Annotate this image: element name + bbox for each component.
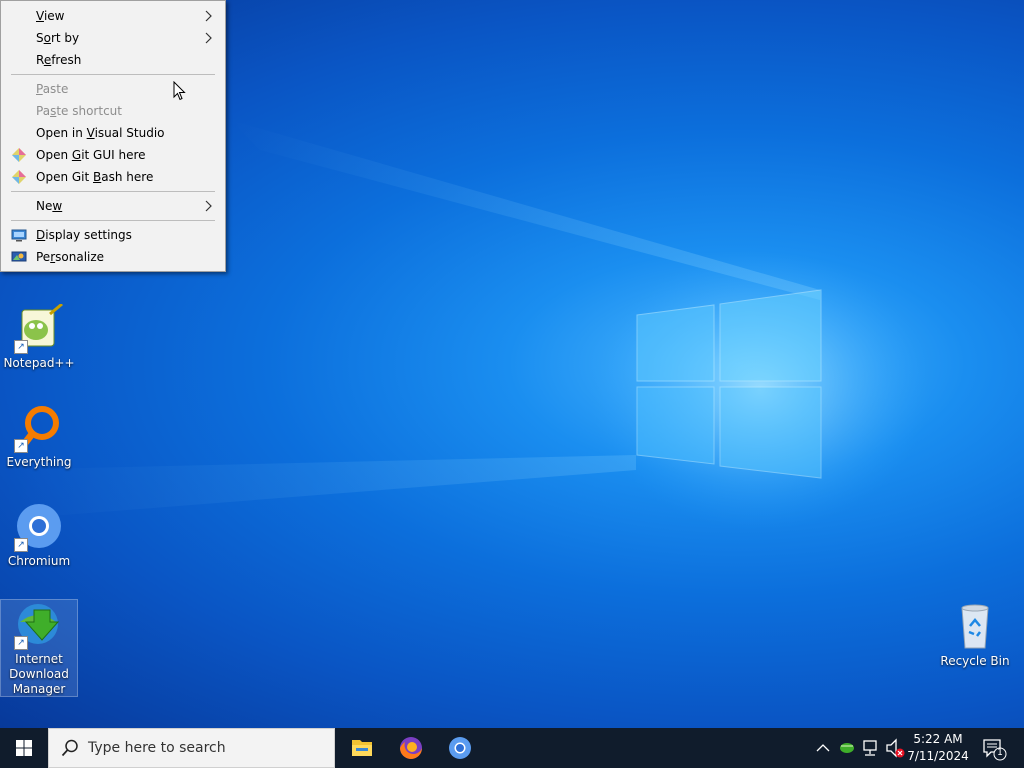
menu-separator — [11, 220, 215, 221]
menu-item-label: Paste — [36, 82, 69, 96]
desktop-icon-notepadpp[interactable]: ↗ Notepad++ — [1, 302, 77, 371]
menu-item-label: Paste shortcut — [36, 104, 122, 118]
git-icon — [12, 170, 26, 184]
taskbar-chromium[interactable] — [436, 728, 484, 768]
desktop-icon-label: Notepad++ — [3, 356, 75, 370]
notification-count: 1 — [997, 748, 1003, 758]
menu-item-sort-by[interactable]: Sort by — [3, 27, 223, 49]
menu-item-open-git-bash[interactable]: Open Git Bash here — [3, 166, 223, 188]
menu-separator — [11, 74, 215, 75]
display-icon — [11, 229, 27, 242]
menu-item-label: Sort by — [36, 31, 80, 45]
desktop-icon-chromium[interactable]: ↗ Chromium — [1, 502, 77, 569]
taskbar: Type here to search 5:22 AM 7/11/2024 1 — [0, 728, 1024, 768]
recycle-bin-icon — [961, 604, 989, 649]
firefox-icon — [400, 737, 422, 759]
chevron-right-icon — [205, 10, 212, 22]
network-icon[interactable] — [861, 728, 881, 768]
shortcut-arrow-icon: ↗ — [14, 538, 28, 552]
desktop-icon-idm[interactable]: ↗ Internet Download Manager — [0, 599, 78, 697]
shortcut-arrow-icon: ↗ — [14, 340, 28, 354]
menu-item-display-settings[interactable]: Display settings — [3, 224, 223, 246]
network-app-icon[interactable] — [837, 728, 857, 768]
shortcut-arrow-icon: ↗ — [14, 439, 28, 453]
action-center-button[interactable]: 1 — [980, 728, 1010, 768]
mouse-cursor-icon — [173, 81, 186, 101]
desktop-icon-label: Recycle Bin — [940, 654, 1010, 668]
menu-item-label: View — [36, 9, 65, 23]
desktop-icon-label: Everything — [6, 455, 72, 469]
windows-logo-icon — [16, 740, 32, 756]
desktop-icon-label: Internet Download Manager — [9, 652, 69, 696]
menu-item-new[interactable]: New — [3, 195, 223, 217]
desktop-icon-label: Chromium — [7, 554, 71, 568]
taskbar-firefox[interactable] — [387, 728, 435, 768]
shortcut-arrow-icon: ↗ — [14, 636, 28, 650]
chevron-up-icon[interactable] — [814, 728, 832, 768]
chevron-right-icon — [205, 32, 212, 44]
desktop-icon-everything[interactable]: ↗ Everything — [1, 403, 77, 470]
menu-item-label: Refresh — [36, 53, 82, 67]
menu-item-label: New — [36, 199, 63, 213]
taskbar-search-box[interactable]: Type here to search — [48, 728, 335, 768]
notification-icon — [983, 739, 1007, 761]
start-button[interactable] — [0, 728, 48, 768]
menu-item-label: Open Git Bash here — [36, 170, 154, 184]
file-explorer-icon — [352, 740, 372, 756]
desktop-icon-recycle-bin[interactable]: Recycle Bin — [937, 602, 1013, 669]
git-icon — [12, 148, 26, 162]
search-icon — [61, 739, 78, 757]
search-placeholder: Type here to search — [88, 740, 226, 756]
desktop-context-menu: View Sort by Refresh Paste Paste shortcu… — [0, 0, 226, 272]
clock-date: 7/11/2024 — [907, 749, 969, 763]
menu-item-open-git-gui[interactable]: Open Git GUI here — [3, 144, 223, 166]
personalize-icon — [11, 251, 27, 262]
menu-item-paste: Paste — [3, 78, 223, 100]
chromium-icon — [449, 737, 471, 759]
menu-item-open-in-visual-studio[interactable]: Open in Visual Studio — [3, 122, 223, 144]
menu-item-view[interactable]: View — [3, 5, 223, 27]
menu-separator — [11, 191, 215, 192]
menu-item-label: Open in Visual Studio — [36, 126, 165, 140]
taskbar-clock[interactable]: 5:22 AM 7/11/2024 — [902, 731, 974, 765]
taskbar-file-explorer[interactable] — [338, 728, 386, 768]
menu-item-label: Display settings — [36, 228, 132, 242]
menu-item-label: Personalize — [36, 250, 105, 264]
chevron-right-icon — [205, 200, 212, 212]
menu-item-label: Open Git GUI here — [36, 148, 146, 162]
desktop[interactable]: ↗ Notepad++ ↗ Everything ↗ Chromium ↗ In… — [0, 0, 1024, 728]
clock-time: 5:22 AM — [913, 732, 963, 746]
menu-item-personalize[interactable]: Personalize — [3, 246, 223, 268]
menu-item-refresh[interactable]: Refresh — [3, 49, 223, 71]
menu-item-paste-shortcut: Paste shortcut — [3, 100, 223, 122]
